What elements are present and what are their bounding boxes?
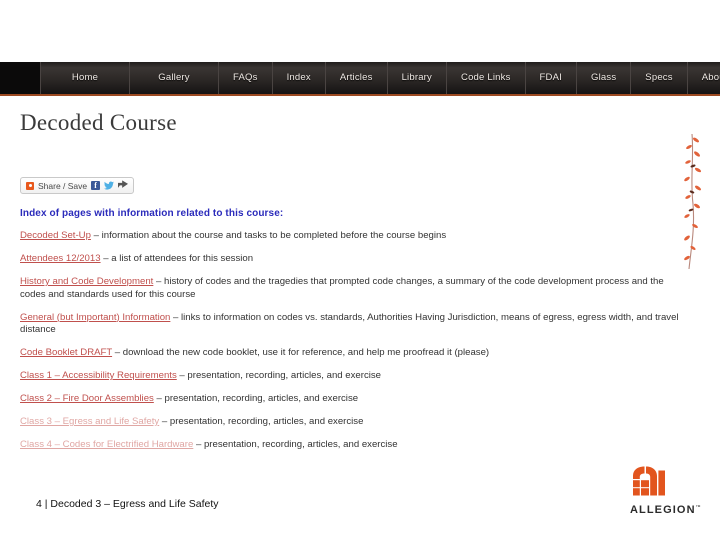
list-item: Code Booklet DRAFT – download the new co…: [20, 347, 690, 360]
course-index-list: Decoded Set-Up – information about the c…: [20, 230, 690, 462]
nav-item-label: FAQs: [233, 72, 258, 83]
nav-item-label: Index: [286, 72, 311, 83]
page-intro-heading: Index of pages with information related …: [20, 208, 284, 219]
link-code-booklet-draft[interactable]: Code Booklet DRAFT: [20, 347, 112, 358]
nav-item-gallery[interactable]: Gallery: [130, 62, 219, 94]
slide: Home Gallery FAQs Index Articles Library…: [0, 0, 720, 540]
trademark-symbol: ™: [695, 504, 702, 511]
link-decoded-set-up[interactable]: Decoded Set-Up: [20, 230, 91, 241]
share-save-label: Share / Save: [38, 180, 88, 191]
list-item: Class 2 – Fire Door Assemblies – present…: [20, 393, 690, 406]
list-item: Attendees 12/2013 – a list of attendees …: [20, 253, 690, 266]
list-item-desc: – download the new code booklet, use it …: [112, 347, 490, 358]
list-item: Class 1 – Accessibility Requirements – p…: [20, 370, 690, 383]
share-more-icon[interactable]: [118, 180, 129, 191]
allegion-logo: ALLEGION™: [630, 466, 701, 516]
list-item: Class 3 – Egress and Life Safety – prese…: [20, 416, 690, 429]
nav-item-index[interactable]: Index: [273, 62, 326, 94]
nav-item-label: Glass: [591, 72, 617, 83]
list-item-desc: – presentation, recording, articles, and…: [193, 439, 398, 450]
nav-item-label: About Me: [701, 72, 720, 83]
nav-item-label: Gallery: [158, 72, 190, 83]
list-item-desc: – presentation, recording, articles, and…: [159, 416, 364, 427]
nav-item-fdai[interactable]: FDAI: [526, 62, 577, 94]
nav-item-specs[interactable]: Specs: [631, 62, 688, 94]
site-navigation-bar: Home Gallery FAQs Index Articles Library…: [0, 62, 720, 96]
nav-item-code-links[interactable]: Code Links: [447, 62, 526, 94]
twitter-icon[interactable]: [104, 181, 115, 190]
facebook-icon[interactable]: f: [91, 181, 101, 190]
page-content: Decoded Course Share / Save f Index of p…: [0, 96, 720, 464]
nav-item-label: Home: [71, 72, 99, 83]
list-item: Decoded Set-Up – information about the c…: [20, 230, 690, 243]
link-general-information[interactable]: General (but Important) Information: [20, 312, 170, 323]
allegion-wordmark: ALLEGION™: [630, 504, 701, 516]
link-attendees[interactable]: Attendees 12/2013: [20, 253, 101, 264]
list-item-desc: – information about the course and tasks…: [90, 230, 447, 241]
nav-item-label: Specs: [645, 72, 673, 83]
nav-item-label: Library: [401, 72, 433, 83]
link-history-and-code-development[interactable]: History and Code Development: [20, 276, 153, 287]
link-class-3-egress-and-life-safety[interactable]: Class 3 – Egress and Life Safety: [20, 416, 159, 427]
link-class-4-codes-for-electrified-hardware[interactable]: Class 4 – Codes for Electrified Hardware: [20, 439, 193, 450]
webpage-screenshot: Home Gallery FAQs Index Articles Library…: [0, 62, 720, 464]
list-item-desc: – presentation, recording, articles, and…: [176, 370, 382, 381]
twitter-bird-glyph: [104, 181, 115, 190]
nav-list: Home Gallery FAQs Index Articles Library…: [40, 62, 720, 94]
nav-item-home[interactable]: Home: [40, 62, 130, 94]
allegion-mark-icon: [633, 466, 665, 496]
nav-item-label: FDAI: [539, 72, 562, 83]
nav-item-label: Code Links: [461, 72, 511, 83]
nav-item-articles[interactable]: Articles: [326, 62, 388, 94]
slide-footer-text: 4 | Decoded 3 – Egress and Life Safety: [36, 498, 219, 510]
nav-item-library[interactable]: Library: [388, 62, 448, 94]
page-title: Decoded Course: [20, 110, 177, 135]
list-item: General (but Important) Information – li…: [20, 312, 690, 337]
addthis-icon: [26, 181, 34, 190]
nav-item-faqs[interactable]: FAQs: [219, 62, 273, 94]
list-item: History and Code Development – history o…: [20, 276, 690, 301]
list-item-desc: – a list of attendees for this session: [100, 253, 254, 264]
link-class-2-fire-door-assemblies[interactable]: Class 2 – Fire Door Assemblies: [20, 393, 154, 404]
share-save-button[interactable]: Share / Save f: [20, 177, 135, 194]
nav-item-glass[interactable]: Glass: [577, 62, 632, 94]
link-class-1-accessibility-requirements[interactable]: Class 1 – Accessibility Requirements: [20, 370, 177, 381]
list-item-desc: – presentation, recording, articles, and…: [153, 393, 359, 404]
nav-item-about-me[interactable]: About Me: [688, 62, 720, 94]
share-arrow-glyph: [118, 180, 129, 188]
nav-item-label: Articles: [339, 72, 373, 83]
list-item: Class 4 – Codes for Electrified Hardware…: [20, 439, 690, 452]
allegion-wordmark-text: ALLEGION: [630, 504, 696, 516]
